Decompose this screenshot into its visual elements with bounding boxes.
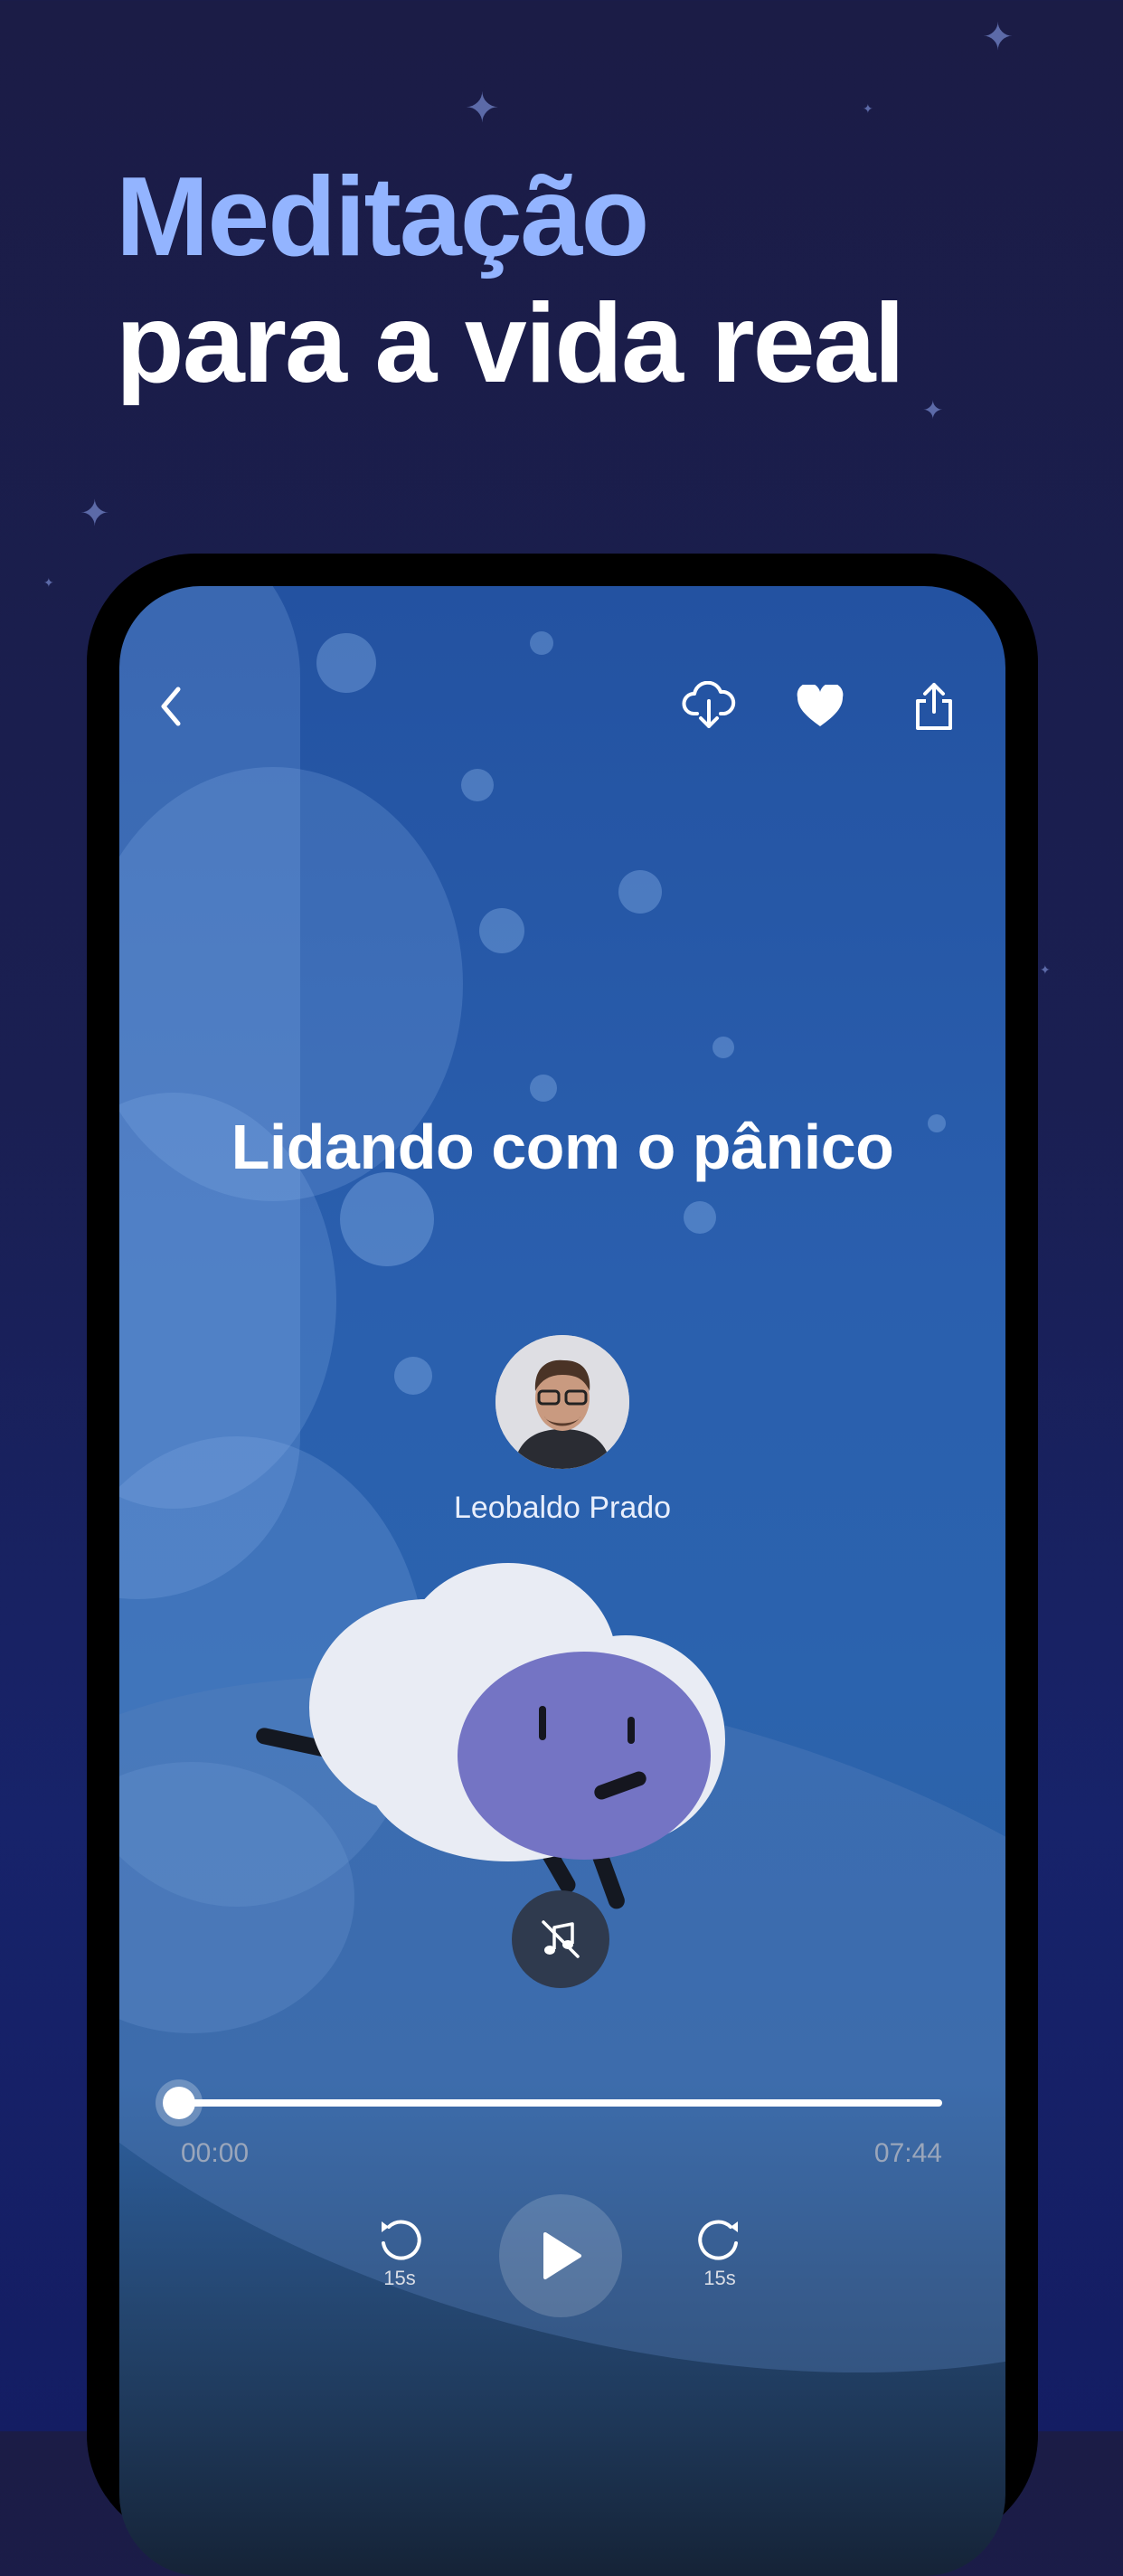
sparkle-icon: ✦ xyxy=(863,102,873,117)
player-screen: Lidando com o pânico Leobaldo Prado 00:0… xyxy=(119,586,1005,2576)
share-button[interactable] xyxy=(902,675,966,738)
bubble-decoration xyxy=(394,1357,432,1395)
headline: Meditação para a vida real xyxy=(116,154,905,407)
favorite-button[interactable] xyxy=(788,675,852,738)
rewind-label: 15s xyxy=(383,2267,416,2289)
sheep-face xyxy=(458,1652,711,1860)
play-button[interactable] xyxy=(499,2194,622,2317)
share-icon xyxy=(916,683,952,730)
mute-music-button[interactable] xyxy=(512,1890,609,1988)
time-total: 07:44 xyxy=(873,2138,942,2168)
meditation-title: Lidando com o pânico xyxy=(231,1112,894,1182)
play-icon xyxy=(543,2232,581,2279)
progress-bar[interactable] xyxy=(181,2099,942,2107)
progress-knob[interactable] xyxy=(163,2087,195,2119)
avatar xyxy=(495,1335,629,1469)
rewind-15-icon xyxy=(382,2220,421,2260)
download-button[interactable] xyxy=(673,675,745,738)
time-elapsed: 00:00 xyxy=(181,2138,250,2168)
bubble-decoration xyxy=(530,631,553,655)
forward-15-icon xyxy=(698,2220,738,2260)
rewind-15-button[interactable]: 15s xyxy=(374,2214,425,2290)
music-off-icon xyxy=(542,1920,580,1958)
bubble-decoration xyxy=(530,1075,557,1102)
bubble-decoration xyxy=(684,1201,716,1234)
sparkle-icon: ✦ xyxy=(80,493,110,535)
forward-label: 15s xyxy=(703,2267,736,2289)
cloud-download-icon xyxy=(682,681,736,728)
heart-icon xyxy=(797,685,844,726)
headline-line-1: Meditação xyxy=(116,155,649,279)
bubble-decoration xyxy=(316,633,376,693)
sparkle-icon: ✦ xyxy=(922,395,944,425)
bubble-decoration xyxy=(712,1037,734,1058)
sparkle-icon: ✦ xyxy=(465,83,500,132)
sparkle-icon: ✦ xyxy=(1040,963,1051,978)
bubble-decoration xyxy=(461,769,494,801)
bubble-decoration xyxy=(479,908,524,953)
author-name: Leobaldo Prado xyxy=(453,1491,672,1525)
sheep-illustration xyxy=(254,1545,761,1925)
chevron-left-icon xyxy=(161,687,181,726)
back-button[interactable] xyxy=(139,675,203,738)
forward-15-button[interactable]: 15s xyxy=(694,2214,745,2290)
sparkle-icon: ✦ xyxy=(43,576,54,591)
bubble-decoration xyxy=(340,1172,434,1266)
sparkle-icon: ✦ xyxy=(982,14,1014,59)
headline-line-2: para a vida real xyxy=(116,281,905,406)
phone-frame: Lidando com o pânico Leobaldo Prado 00:0… xyxy=(87,554,1038,2576)
bubble-decoration xyxy=(618,870,662,914)
